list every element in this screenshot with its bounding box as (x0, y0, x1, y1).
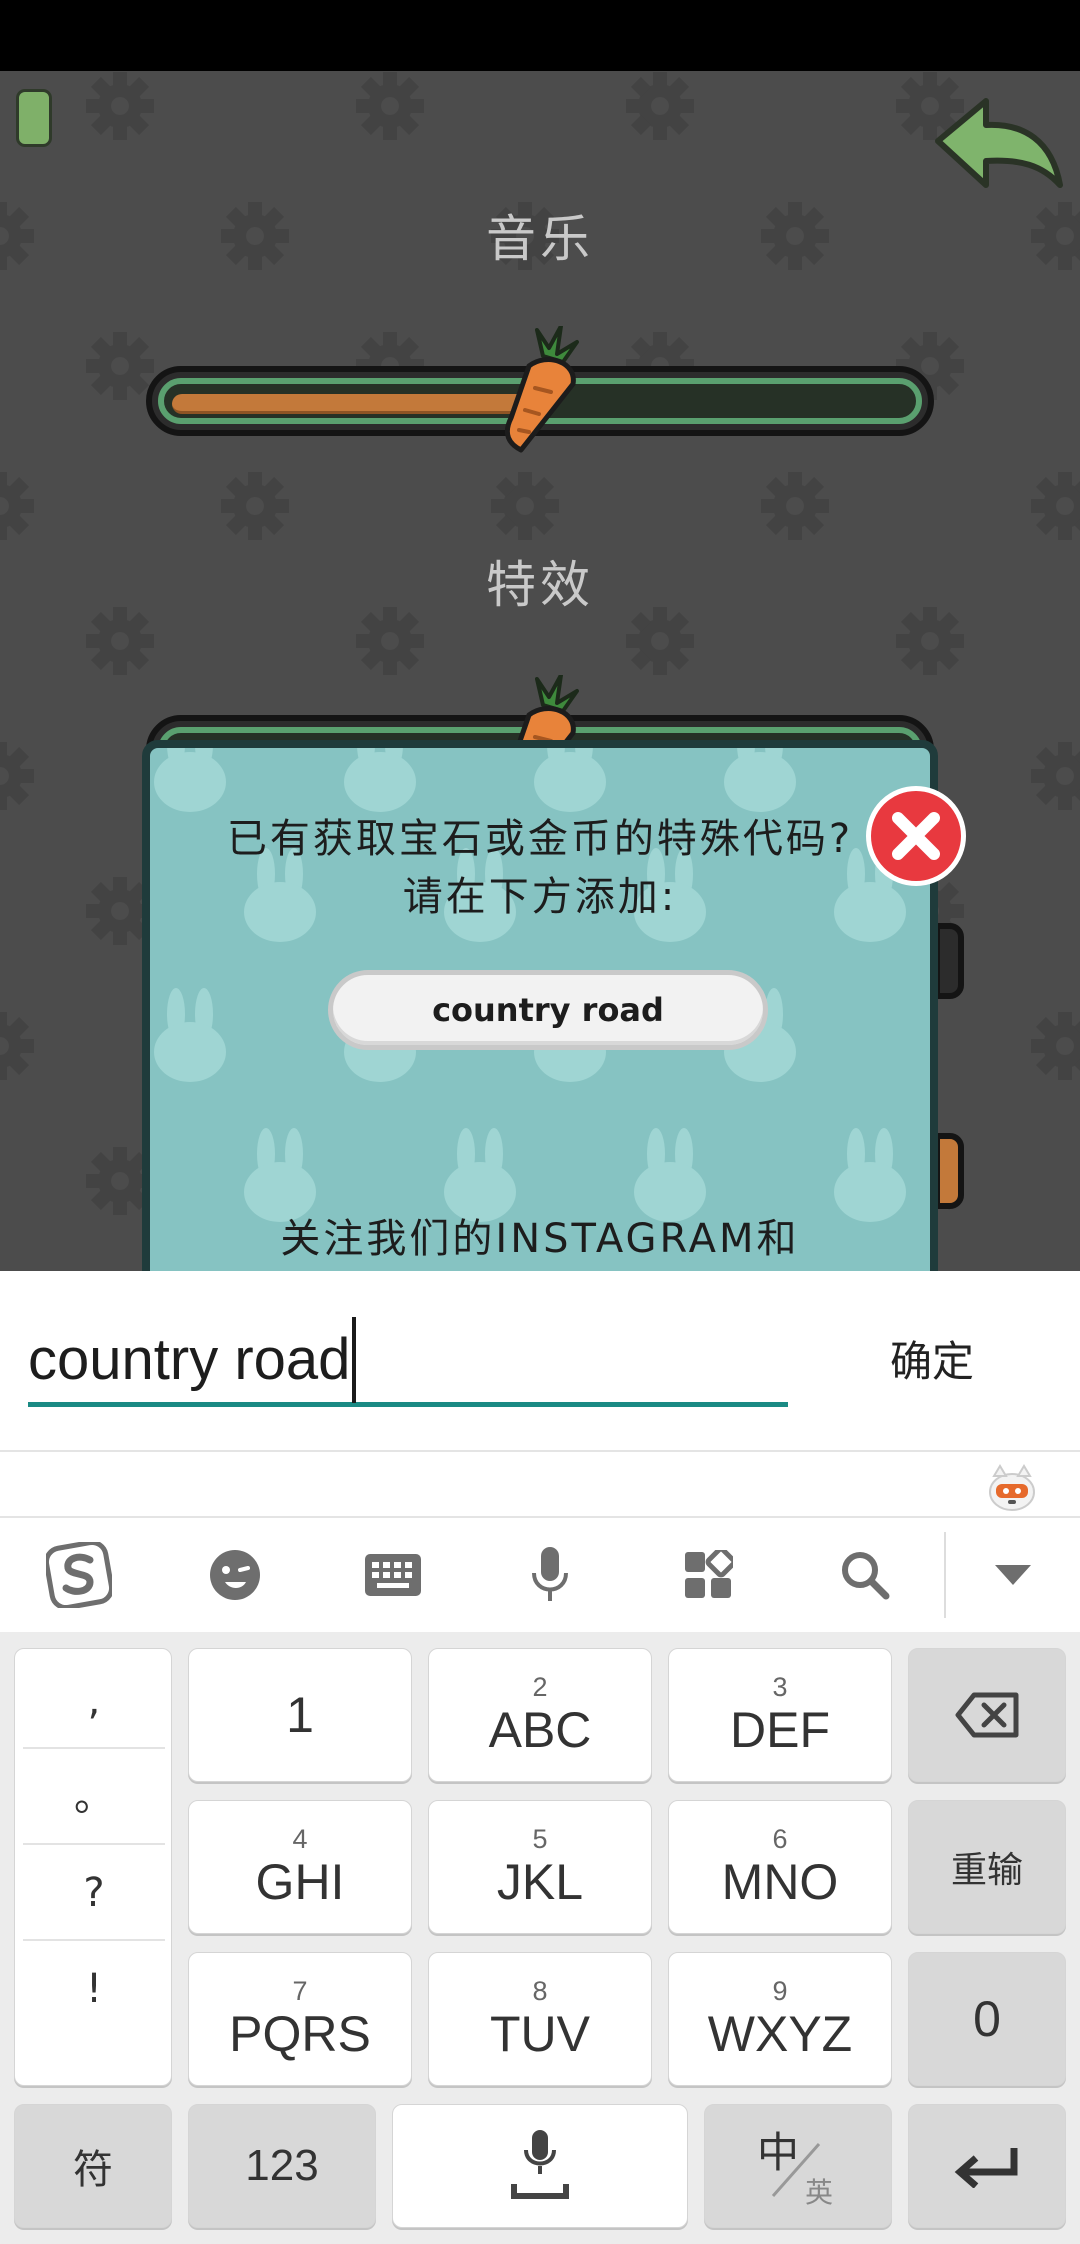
close-dialog-button[interactable] (866, 786, 966, 886)
keyboard-toolbar (0, 1518, 1080, 1632)
toolbar-divider (944, 1532, 946, 1618)
key-0[interactable]: 0 (908, 1952, 1066, 2086)
ime-mascot-icon[interactable] (986, 1464, 1038, 1512)
battery-icon (16, 89, 52, 147)
music-label: 音乐 (486, 210, 594, 268)
dialog-prompt-line-2: 请在下方添加: (402, 874, 678, 920)
text-caret (352, 1316, 357, 1403)
key-number: 3 (772, 1672, 788, 1702)
punctuation-column: , 。 ? ! (14, 1648, 172, 2086)
effects-label: 特效 (486, 556, 594, 614)
search-icon[interactable] (830, 1540, 900, 1610)
dialog-prompt-line-1: 已有获取宝石或金币的特殊代码? (226, 816, 854, 862)
numeric-label: 123 (245, 2141, 319, 2190)
punctuation-key[interactable]: , (23, 1653, 165, 1749)
code-input-field[interactable]: country road (328, 970, 768, 1050)
punctuation-key[interactable]: ! (23, 1941, 165, 2037)
t9-keyboard: , 。 ? ! 1 2 ABC 3 DEF 4 GHI 5 JKL 6 MNO … (0, 1632, 1080, 2244)
key-number: 7 (292, 1976, 308, 2006)
numeric-button[interactable]: 123 (188, 2104, 376, 2228)
key-label: TUV (490, 2006, 590, 2062)
key-7-pqrs[interactable]: 7 PQRS (188, 1952, 412, 2086)
candidate-strip (0, 1450, 1080, 1518)
key-3-def[interactable]: 3 DEF (668, 1648, 892, 1782)
punctuation-key[interactable]: 。 (23, 1749, 165, 1845)
key-label: GHI (255, 1854, 345, 1910)
grid-icon[interactable] (673, 1540, 743, 1610)
dialog-instagram-line: 关注我们的INSTAGRAM和 (280, 1216, 800, 1262)
space-button[interactable] (392, 2104, 688, 2228)
key-4-ghi[interactable]: 4 GHI (188, 1800, 412, 1934)
key-label: WXYZ (707, 2006, 853, 2062)
key-number: 4 (292, 1824, 308, 1854)
key-label: ABC (488, 1702, 592, 1758)
key-label: DEF (730, 1702, 830, 1758)
text-input-field[interactable]: country road (28, 1316, 788, 1407)
redeem-code-dialog: 已有获取宝石或金币的特殊代码? 请在下方添加: country road 关注我… (142, 740, 938, 1300)
emoji-icon[interactable] (200, 1540, 270, 1610)
key-label: JKL (496, 1854, 584, 1910)
reenter-button[interactable]: 重输 (908, 1800, 1066, 1934)
symbol-label: 符 (73, 2147, 113, 2193)
enter-icon (954, 2148, 1018, 2188)
enter-button[interactable] (908, 2104, 1066, 2228)
key-number: 5 (532, 1824, 548, 1854)
language-main-label: 中 (757, 2128, 800, 2177)
reenter-label: 重输 (950, 1850, 1023, 1891)
backspace-icon (955, 1692, 1019, 1738)
music-slider-carrot-handle[interactable] (499, 326, 589, 456)
key-8-tuv[interactable]: 8 TUV (428, 1952, 652, 2086)
key-6-mno[interactable]: 6 MNO (668, 1800, 892, 1934)
key-label: 1 (286, 1687, 314, 1743)
microphone-space-icon (511, 2130, 569, 2199)
microphone-icon[interactable] (515, 1540, 585, 1610)
status-bar (0, 0, 1080, 71)
music-slider-fill (172, 394, 548, 414)
keyboard-icon[interactable] (358, 1540, 428, 1610)
key-number: 6 (772, 1824, 788, 1854)
key-number: 2 (532, 1672, 548, 1702)
language-switch-button[interactable]: 中 英 (704, 2104, 892, 2228)
punctuation-key[interactable]: ? (23, 1845, 165, 1941)
close-icon (892, 812, 940, 860)
language-sub-label: 英 (805, 2176, 834, 2209)
key-label: 0 (973, 1991, 1001, 2047)
partial-slider-edge (934, 1133, 964, 1209)
key-2-abc[interactable]: 2 ABC (428, 1648, 652, 1782)
key-1[interactable]: 1 (188, 1648, 412, 1782)
backspace-button[interactable] (908, 1648, 1066, 1782)
symbol-button[interactable]: 符 (14, 2104, 172, 2228)
key-label: PQRS (229, 2006, 371, 2062)
key-number: 8 (532, 1976, 548, 2006)
partial-slider-edge (934, 923, 964, 999)
key-label: MNO (721, 1854, 839, 1910)
key-number: 9 (772, 1976, 788, 2006)
key-9-wxyz[interactable]: 9 WXYZ (668, 1952, 892, 2086)
back-arrow-icon[interactable] (928, 89, 1068, 209)
collapse-icon[interactable] (978, 1540, 1048, 1610)
text-input-value: country road (28, 1326, 351, 1392)
ime-input-bar: country road 确定 (0, 1271, 1080, 1450)
confirm-button[interactable]: 确定 (862, 1317, 1002, 1407)
sogou-logo-icon[interactable] (44, 1540, 114, 1610)
key-5-jkl[interactable]: 5 JKL (428, 1800, 652, 1934)
